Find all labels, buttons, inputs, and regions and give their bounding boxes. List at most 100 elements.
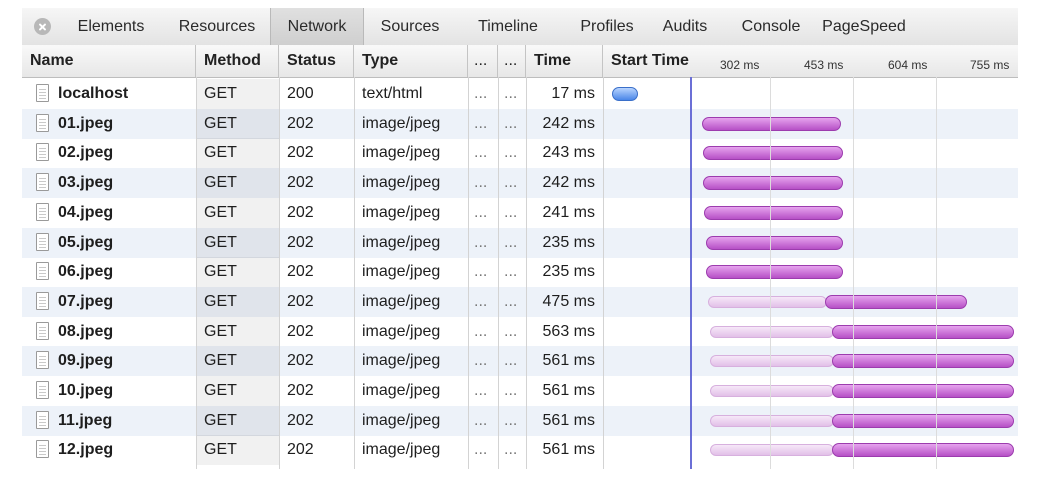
column-divider	[354, 77, 355, 469]
document-icon	[36, 291, 49, 310]
timeline-bar-receiving[interactable]	[832, 384, 1014, 398]
collapsed-cell: ...	[504, 263, 518, 281]
timeline-bar-waiting[interactable]	[710, 355, 834, 368]
timeline-bar-receiving[interactable]	[832, 324, 1014, 339]
resource-time: 241 ms	[542, 203, 595, 221]
grid-header: Name Method Status Type ... ... Time Sta…	[22, 45, 1018, 78]
timeline-bar-document[interactable]	[612, 87, 638, 101]
timeline-gridline	[853, 77, 854, 469]
table-row[interactable]: 09.jpeg GET 202 image/jpeg...... 561 ms	[22, 346, 1018, 377]
tab-sources[interactable]: Sources	[364, 8, 456, 45]
resource-time: 243 ms	[542, 144, 595, 162]
collapsed-cell: ...	[504, 382, 518, 399]
table-row[interactable]: 04.jpeg GET 202 image/jpeg...... 241 ms	[22, 197, 1018, 228]
collapsed-cell: ...	[504, 114, 518, 132]
document-icon	[36, 410, 49, 429]
resource-status: 202	[287, 114, 314, 132]
document-icon	[36, 351, 49, 370]
resource-status: 202	[287, 322, 314, 340]
column-header-name[interactable]: Name	[22, 45, 196, 77]
timeline-bar-waiting[interactable]	[708, 295, 827, 308]
resource-status: 202	[287, 263, 314, 281]
resource-time: 475 ms	[542, 292, 595, 310]
collapsed-cell: ...	[474, 85, 488, 102]
collapsed-cell: ...	[474, 233, 488, 251]
resource-method: GET	[196, 108, 279, 139]
resource-status: 200	[287, 85, 314, 102]
table-row[interactable]: 10.jpeg GET 202 image/jpeg...... 561 ms	[22, 376, 1018, 406]
collapsed-cell: ...	[474, 174, 488, 192]
resource-type: image/jpeg	[362, 233, 441, 251]
tab-console[interactable]: Console	[722, 8, 820, 45]
timeline-bar-receiving[interactable]	[704, 205, 843, 220]
collapsed-cell: ...	[474, 352, 488, 370]
column-header-time[interactable]: Time	[526, 45, 603, 77]
timeline-bar-receiving[interactable]	[825, 294, 967, 309]
resource-time: 561 ms	[542, 352, 595, 370]
resource-time: 235 ms	[542, 263, 595, 281]
network-grid: Name Method Status Type ... ... Time Sta…	[22, 45, 1018, 469]
timeline-tick-label: 302 ms	[720, 58, 760, 72]
resource-type: image/jpeg	[362, 352, 441, 370]
timeline-bar-waiting[interactable]	[710, 414, 834, 427]
resource-method: GET	[196, 227, 279, 258]
tab-network[interactable]: Network	[270, 8, 364, 45]
timeline-bar-receiving[interactable]	[706, 235, 843, 250]
document-icon	[36, 202, 49, 221]
tab-audits[interactable]: Audits	[648, 8, 722, 45]
resource-method: GET	[196, 168, 279, 199]
resource-time: 561 ms	[542, 441, 595, 459]
document-icon	[36, 173, 49, 192]
timeline-bar-waiting[interactable]	[710, 385, 834, 397]
timeline-bar-receiving[interactable]	[832, 413, 1014, 428]
table-row[interactable]: localhost GET 200 text/html...... 17 ms	[22, 79, 1018, 109]
column-header-status[interactable]: Status	[279, 45, 354, 77]
timeline-bar-receiving[interactable]	[832, 443, 1014, 458]
collapsed-cell: ...	[504, 322, 518, 340]
table-row[interactable]: 06.jpeg GET 202 image/jpeg...... 235 ms	[22, 257, 1018, 288]
tab-elements[interactable]: Elements	[64, 8, 158, 45]
collapsed-cell: ...	[504, 174, 518, 192]
document-icon	[36, 262, 49, 281]
collapsed-cell: ...	[474, 382, 488, 399]
timeline-bar-waiting[interactable]	[710, 325, 834, 338]
column-header-start-time[interactable]: Start Time	[603, 45, 691, 77]
timeline-tick-label: 604 ms	[888, 58, 928, 72]
column-header-collapsed-1[interactable]: ...	[468, 45, 498, 77]
timeline-bar-receiving[interactable]	[702, 116, 841, 131]
tab-pagespeed[interactable]: PageSpeed	[818, 8, 910, 45]
tab-profiles[interactable]: Profiles	[558, 8, 656, 45]
resource-type: image/jpeg	[362, 441, 441, 459]
column-header-collapsed-2[interactable]: ...	[498, 45, 526, 77]
timeline-tick-label: 453 ms	[804, 58, 844, 72]
tab-resources[interactable]: Resources	[170, 8, 264, 45]
table-row[interactable]: 08.jpeg GET 202 image/jpeg...... 563 ms	[22, 316, 1018, 347]
tab-timeline[interactable]: Timeline	[458, 8, 558, 45]
table-row[interactable]: 05.jpeg GET 202 image/jpeg...... 235 ms	[22, 227, 1018, 258]
column-header-type[interactable]: Type	[354, 45, 468, 77]
collapsed-cell: ...	[504, 233, 518, 251]
table-row[interactable]: 12.jpeg GET 202 image/jpeg...... 561 ms	[22, 435, 1018, 466]
table-row[interactable]: 02.jpeg GET 202 image/jpeg...... 243 ms	[22, 138, 1018, 169]
timeline-bar-receiving[interactable]	[703, 146, 843, 161]
column-divider	[498, 77, 499, 469]
table-row[interactable]: 11.jpeg GET 202 image/jpeg...... 561 ms	[22, 405, 1018, 436]
timeline-bar-receiving[interactable]	[706, 265, 843, 280]
collapsed-cell: ...	[474, 441, 488, 459]
column-header-method[interactable]: Method	[196, 45, 279, 77]
document-icon	[36, 143, 49, 162]
table-row[interactable]: 01.jpeg GET 202 image/jpeg...... 242 ms	[22, 108, 1018, 139]
resource-type: image/jpeg	[362, 174, 441, 192]
resource-status: 202	[287, 203, 314, 221]
timeline-gridline	[770, 77, 771, 469]
close-icon[interactable]	[34, 18, 51, 35]
timeline-bar-receiving[interactable]	[832, 354, 1014, 369]
resource-method: GET	[196, 346, 279, 377]
table-row[interactable]: 03.jpeg GET 202 image/jpeg...... 242 ms	[22, 168, 1018, 199]
collapsed-cell: ...	[474, 292, 488, 310]
collapsed-cell: ...	[504, 441, 518, 459]
table-row[interactable]: 07.jpeg GET 202 image/jpeg...... 475 ms	[22, 286, 1018, 317]
collapsed-cell: ...	[504, 411, 518, 429]
timeline-bar-receiving[interactable]	[703, 176, 843, 191]
timeline-bar-waiting[interactable]	[710, 444, 834, 457]
